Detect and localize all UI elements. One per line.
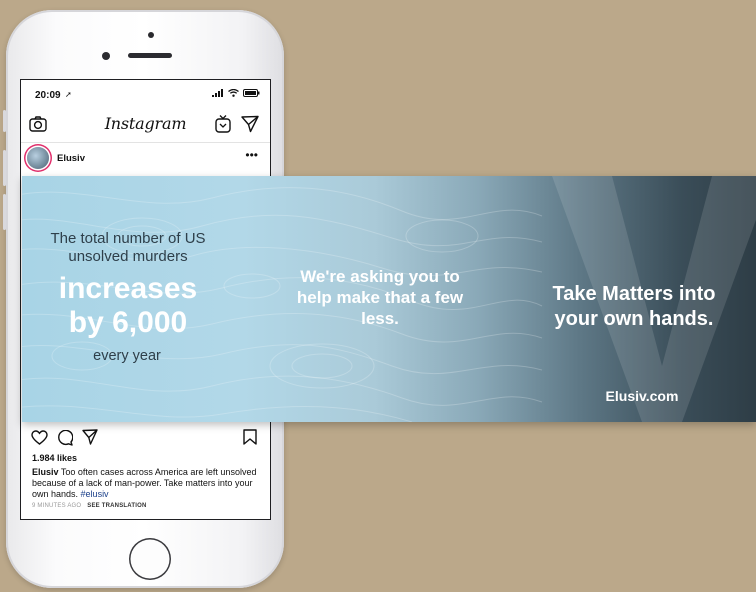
bookmark-icon[interactable] (243, 429, 257, 445)
front-camera (102, 52, 110, 60)
direct-message-icon[interactable] (241, 115, 259, 133)
post-actions (21, 426, 270, 452)
see-translation-link[interactable]: SEE TRANSLATION (87, 503, 146, 509)
more-options-icon[interactable]: ••• (245, 148, 258, 162)
caption-username[interactable]: Elusiv (32, 467, 59, 477)
post-time-ago: 9 MINUTES AGO (32, 503, 82, 509)
post-meta: 9 MINUTES AGO SEE TRANSLATION (32, 503, 147, 509)
banner-highlight-line1: increases (58, 272, 198, 305)
signal-icon (212, 89, 223, 97)
status-bar: 20:09 ➚ (21, 80, 270, 108)
post-username[interactable]: Elusiv (57, 153, 85, 164)
heart-icon[interactable] (31, 430, 48, 445)
home-button[interactable] (129, 538, 171, 580)
status-time: 20:09 (35, 90, 61, 101)
phone-side-button (3, 110, 6, 132)
instagram-header: Instagram (21, 108, 270, 143)
location-arrow-icon: ➚ (65, 90, 72, 99)
banner-highlight: increases by 6,000 (32, 272, 224, 340)
comment-icon[interactable] (57, 430, 73, 446)
website-link[interactable]: Elusiv.com (582, 388, 702, 404)
banner-intro-text: The total number of US unsolved murders (50, 230, 206, 265)
post-header: Elusiv ••• (21, 142, 270, 176)
ad-banner: The total number of US unsolved murders … (22, 176, 756, 422)
banner-period-text: every year (93, 348, 161, 364)
banner-highlight-line2: by 6,000 (68, 306, 188, 339)
phone-speaker (128, 53, 172, 58)
wifi-icon (228, 89, 239, 97)
phone-volume-up (3, 150, 6, 186)
hashtag-link[interactable]: #elusiv (81, 489, 109, 499)
avatar[interactable] (27, 147, 49, 169)
banner-middle-message: We're asking you to help make that a few… (296, 267, 464, 328)
phone-sensor (148, 32, 154, 38)
share-icon[interactable] (82, 429, 98, 445)
phone-volume-down (3, 194, 6, 230)
igtv-icon[interactable] (215, 115, 231, 133)
instagram-logo: Instagram (104, 114, 187, 133)
likes-count[interactable]: 1.984 likes (32, 453, 77, 463)
caption-text: Too often cases across America are left … (32, 467, 257, 499)
post-caption: Elusiv Too often cases across America ar… (32, 467, 260, 500)
battery-icon (243, 89, 260, 97)
banner-tagline: Take Matters into your own hands. (552, 283, 716, 330)
